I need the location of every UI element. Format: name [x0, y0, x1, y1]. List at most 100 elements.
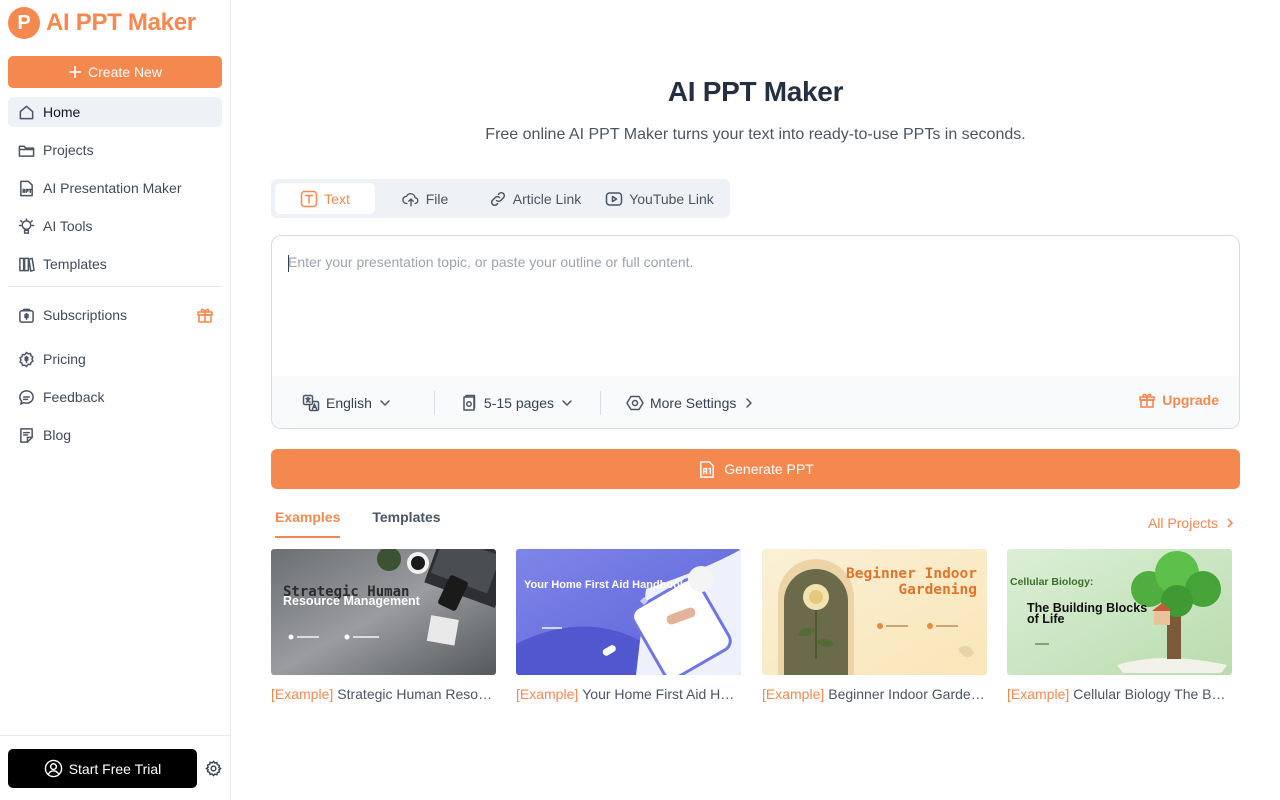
app-logo[interactable]: P AI PPT Maker: [8, 7, 196, 39]
home-icon: [19, 105, 34, 119]
sidebar-nav-primary: Home Projects AI Presentation Maker AI T…: [8, 97, 222, 279]
tab-label: Text: [324, 190, 350, 207]
plus-icon: [69, 66, 82, 78]
sidebar-divider: [8, 286, 222, 287]
create-new-button[interactable]: Create New: [8, 56, 222, 88]
sidebar-item-feedback[interactable]: Feedback: [8, 382, 222, 412]
sidebar-item-label: Pricing: [43, 351, 86, 367]
sidebar-nav-secondary: Subscriptions Pricing Feedback Blog: [8, 300, 222, 450]
language-value: English: [326, 395, 372, 411]
thumb-title: Cellular Biology:: [1010, 576, 1093, 588]
sidebar-footer: Start Free Trial: [0, 735, 230, 800]
link-icon: [490, 191, 505, 206]
thumb-title: Beginner Indoor: [846, 566, 977, 582]
sidebar-item-label: Feedback: [43, 389, 105, 405]
settings-hex-icon: [626, 395, 644, 411]
example-caption: [Example] Beginner Indoor Gardening: [762, 686, 987, 702]
create-new-label: Create New: [88, 64, 162, 80]
tab-text[interactable]: Text: [275, 183, 375, 214]
more-settings-button[interactable]: More Settings: [626, 391, 756, 415]
sidebar-item-templates[interactable]: Templates: [8, 249, 222, 279]
pages-icon: [463, 394, 476, 411]
thumb-subtitle: Gardening: [898, 582, 977, 598]
user-circle-icon: [44, 759, 62, 778]
tab-templates[interactable]: Templates: [372, 509, 440, 538]
folder-icon: [18, 144, 35, 157]
sidebar: P AI PPT Maker Create New Home Projects …: [0, 0, 231, 800]
pages-select[interactable]: 5-15 pages: [460, 391, 574, 415]
sidebar-item-label: Subscriptions: [43, 307, 128, 323]
translate-icon: [302, 394, 320, 412]
example-title: Beginner Indoor Gardening: [828, 686, 987, 702]
page-title: AI PPT Maker: [667, 76, 844, 107]
example-thumbnail: Strategic Human Resource Management: [271, 549, 496, 675]
example-title: Cellular Biology The Building Blocks of …: [1073, 686, 1232, 702]
options-divider: [433, 391, 435, 415]
more-settings-label: More Settings: [649, 395, 737, 411]
example-title: Your Home First Aid Handbook: [582, 686, 741, 702]
example-title: Strategic Human Resource Management: [337, 686, 496, 702]
sidebar-item-label: AI Tools: [43, 218, 93, 234]
start-free-trial-label: Start Free Trial: [68, 760, 162, 777]
page-subtitle: Free online AI PPT Maker turns your text…: [485, 126, 1026, 143]
sidebar-item-projects[interactable]: Projects: [8, 135, 222, 165]
sidebar-item-label: Templates: [43, 256, 107, 272]
sidebar-item-label: AI Presentation Maker: [43, 180, 182, 196]
options-divider: [599, 391, 601, 415]
start-free-trial-button[interactable]: Start Free Trial: [8, 749, 197, 788]
subscriptions-icon: [19, 308, 34, 323]
content-editor: English 5-15 pages More Settings Upgrade: [271, 235, 1240, 429]
example-tag: [Example]: [516, 686, 579, 702]
generate-icon: [700, 460, 715, 478]
sidebar-item-home[interactable]: Home: [8, 97, 222, 127]
tab-examples[interactable]: Examples: [275, 509, 341, 538]
input-source-tabs: Text File Article Link YouTube Link: [271, 179, 730, 218]
example-card[interactable]: Beginner Indoor Gardening [Example] Begin…: [762, 549, 987, 702]
sidebar-item-pricing[interactable]: Pricing: [8, 344, 222, 374]
example-caption: [Example]Your Home First Aid Handbook: [516, 686, 741, 702]
sidebar-item-blog[interactable]: Blog: [8, 420, 222, 450]
gallery-tabs: Examples Templates: [275, 509, 441, 538]
example-caption: [Example]Strategic Human Resource Manage…: [271, 686, 496, 702]
gift-icon[interactable]: [196, 306, 214, 324]
topic-input[interactable]: [288, 254, 1223, 364]
youtube-icon: [605, 191, 623, 206]
gift-icon: [1139, 393, 1156, 408]
tab-youtube-link[interactable]: YouTube Link: [595, 183, 724, 214]
sidebar-item-ai-tools[interactable]: AI Tools: [8, 211, 222, 241]
text-caret: [288, 255, 289, 272]
chevron-right-icon: [1227, 518, 1234, 528]
text-icon: [300, 190, 318, 207]
example-card[interactable]: Strategic Human Resource Management [Exa…: [271, 549, 496, 702]
feedback-icon: [19, 389, 34, 405]
logo-text: AI PPT Maker: [46, 9, 196, 36]
sidebar-item-subscriptions[interactable]: Subscriptions: [8, 300, 222, 330]
pages-value: 5-15 pages: [483, 395, 554, 411]
example-card[interactable]: Your Home First Aid Handbook [Example] Yo…: [516, 549, 741, 702]
upgrade-label: Upgrade: [1162, 392, 1219, 408]
ppt-icon: [20, 180, 33, 196]
logo-mark: P: [8, 7, 40, 39]
tab-file[interactable]: File: [375, 183, 475, 214]
tab-article-link[interactable]: Article Link: [475, 183, 595, 214]
language-select[interactable]: English: [302, 391, 392, 415]
all-projects-link[interactable]: All Projects: [1148, 515, 1236, 531]
thumb-subtitle: Resource Management: [283, 594, 421, 608]
thumb-title: Your Home First Aid Handbook: [524, 579, 687, 591]
generate-ppt-label: Generate PPT: [724, 461, 814, 477]
example-card[interactable]: Cellular Biology: The Building Blocks of…: [1007, 549, 1232, 702]
sidebar-item-label: Home: [43, 104, 81, 120]
generate-ppt-button[interactable]: Generate PPT: [271, 449, 1240, 489]
example-caption: [Example]Cellular Biology The Building B…: [1007, 686, 1232, 702]
example-thumbnail: Beginner Indoor Gardening: [762, 549, 987, 675]
sidebar-item-label: Projects: [43, 142, 94, 158]
thumb-subtitle-2: of Life: [1027, 612, 1065, 626]
tab-label: YouTube Link: [629, 190, 714, 207]
example-thumbnail: Cellular Biology: The Building Blocks of…: [1007, 549, 1232, 675]
sidebar-item-ai-presentation-maker[interactable]: AI Presentation Maker: [8, 173, 222, 203]
tab-label: Article Link: [512, 190, 582, 207]
chevron-down-icon: [562, 400, 572, 406]
settings-gear-icon[interactable]: [205, 760, 222, 777]
sidebar-item-label: Blog: [43, 427, 72, 443]
upgrade-button[interactable]: Upgrade: [1138, 391, 1219, 409]
